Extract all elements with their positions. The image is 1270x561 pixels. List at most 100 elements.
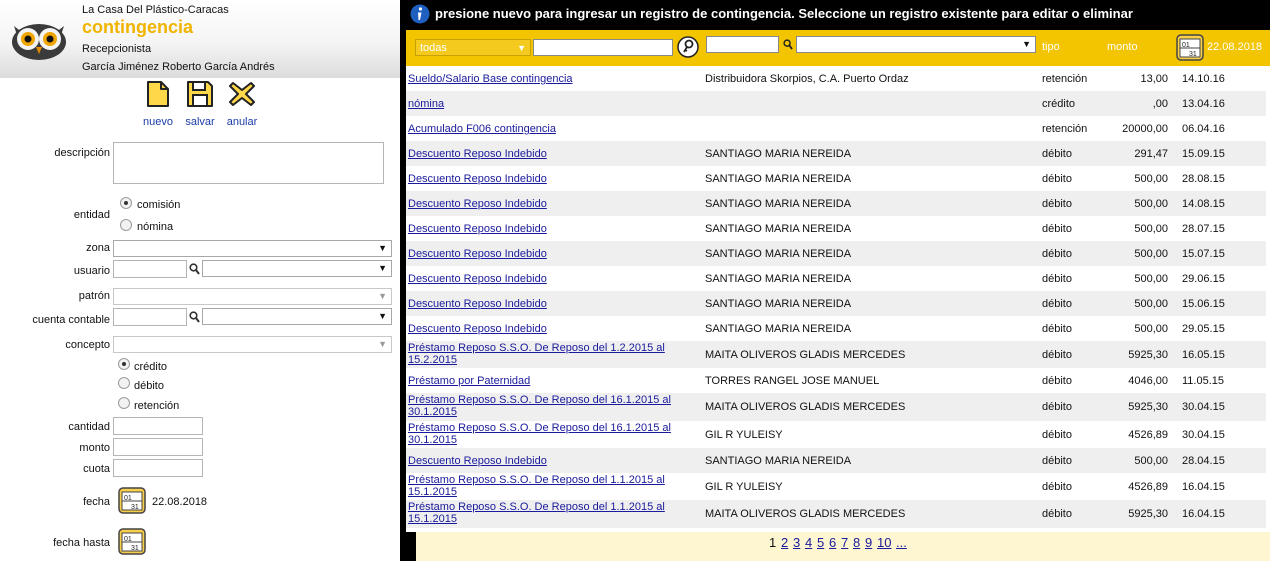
record-description-link[interactable]: Descuento Reposo Indebido — [408, 248, 698, 260]
save-button[interactable]: salvar — [180, 80, 220, 128]
record-description-link[interactable]: Préstamo Reposo S.S.O. De Reposo del 1.1… — [408, 501, 698, 525]
record-description-link[interactable]: Préstamo por Paternidad — [408, 375, 698, 387]
record-description-link[interactable]: Préstamo Reposo S.S.O. De Reposo del 16.… — [408, 394, 698, 418]
record-type: débito — [1042, 508, 1072, 520]
record-description-link[interactable]: Préstamo Reposo S.S.O. De Reposo del 1.2… — [408, 342, 698, 366]
table-row[interactable]: Préstamo Reposo S.S.O. De Reposo del 1.2… — [406, 341, 1266, 368]
cancel-button[interactable]: anular — [222, 80, 262, 128]
table-row[interactable]: Descuento Reposo Indebido SANTIAGO MARIA … — [406, 191, 1266, 216]
record-description-link[interactable]: nómina — [408, 98, 698, 110]
usuario-code-input[interactable] — [113, 260, 187, 278]
monto-input[interactable] — [113, 438, 203, 456]
record-description-link[interactable]: Descuento Reposo Indebido — [408, 148, 698, 160]
table-row[interactable]: Acumulado F006 contingencia retención 2000… — [406, 116, 1266, 141]
table-row[interactable]: Descuento Reposo Indebido SANTIAGO MARIA … — [406, 448, 1266, 473]
concepto-select[interactable]: ▼ — [113, 336, 392, 353]
record-description-link[interactable]: Descuento Reposo Indebido — [408, 323, 698, 335]
table-row[interactable]: Préstamo Reposo S.S.O. De Reposo del 1.1… — [406, 500, 1266, 528]
entity-filter-select[interactable]: ▼ — [796, 36, 1036, 53]
pagination: 1 2 3 4 5 6 7 8 9 10... — [416, 532, 1270, 561]
search-icon[interactable] — [783, 39, 793, 50]
record-description-link[interactable]: Descuento Reposo Indebido — [408, 298, 698, 310]
zona-select[interactable]: ▼ — [113, 240, 392, 257]
company-name: La Casa Del Plástico-Caracas — [82, 4, 229, 16]
page-link[interactable]: 4 — [805, 535, 812, 550]
calendar-icon[interactable]: 01 31 — [118, 527, 146, 555]
record-entity: MAITA OLIVEROS GLADIS MERCEDES — [705, 508, 906, 520]
entidad-comision-radio[interactable] — [120, 197, 132, 209]
table-row[interactable]: Descuento Reposo Indebido SANTIAGO MARIA … — [406, 166, 1266, 191]
search-icon[interactable] — [189, 311, 200, 323]
record-amount: 5925,30 — [1128, 401, 1168, 413]
table-row[interactable]: Descuento Reposo Indebido SANTIAGO MARIA … — [406, 241, 1266, 266]
table-row[interactable]: Préstamo Reposo S.S.O. De Reposo del 1.1… — [406, 473, 1266, 500]
record-type: débito — [1042, 223, 1072, 235]
record-description-link[interactable]: Préstamo Reposo S.S.O. De Reposo del 1.1… — [408, 474, 698, 498]
usuario-select[interactable]: ▼ — [202, 260, 392, 277]
fecha-hasta-label: fecha hasta — [53, 537, 110, 549]
calendar-icon[interactable]: 01 31 — [118, 486, 146, 514]
page-link[interactable]: 3 — [793, 535, 800, 550]
record-description-link[interactable]: Préstamo Reposo S.S.O. De Reposo del 16.… — [408, 422, 698, 446]
search-icon[interactable] — [189, 263, 200, 275]
tipo-debito-radio[interactable] — [118, 377, 130, 389]
calendar-icon[interactable]: 01 31 — [1176, 33, 1204, 61]
table-row[interactable]: Descuento Reposo Indebido SANTIAGO MARIA … — [406, 291, 1266, 316]
description-filter-input[interactable] — [533, 39, 673, 56]
record-description-link[interactable]: Descuento Reposo Indebido — [408, 198, 698, 210]
page-link[interactable]: 2 — [781, 535, 788, 550]
record-description-link[interactable]: Descuento Reposo Indebido — [408, 223, 698, 235]
record-type: débito — [1042, 349, 1072, 361]
table-row[interactable]: Préstamo Reposo S.S.O. De Reposo del 16.… — [406, 393, 1266, 421]
record-description-link[interactable]: Descuento Reposo Indebido — [408, 273, 698, 285]
page-link[interactable]: 5 — [817, 535, 824, 550]
scope-select[interactable]: todas ▼ — [415, 39, 531, 56]
record-entity: SANTIAGO MARIA NEREIDA — [705, 273, 852, 285]
table-row[interactable]: Descuento Reposo Indebido SANTIAGO MARIA … — [406, 266, 1266, 291]
record-description-link[interactable]: Descuento Reposo Indebido — [408, 173, 698, 185]
table-row[interactable]: Préstamo Reposo S.S.O. De Reposo del 16.… — [406, 421, 1266, 448]
page-link[interactable]: 7 — [841, 535, 848, 550]
descripcion-label: descripción — [54, 147, 110, 159]
cantidad-input[interactable] — [113, 417, 203, 435]
record-date: 15.06.15 — [1182, 298, 1225, 310]
new-button[interactable]: nuevo — [138, 80, 178, 128]
descripcion-input[interactable] — [113, 142, 384, 184]
record-type: débito — [1042, 248, 1072, 260]
record-amount: 500,00 — [1134, 198, 1168, 210]
cuenta-code-input[interactable] — [113, 308, 187, 326]
cuota-input[interactable] — [113, 459, 203, 477]
tipo-retencion-radio[interactable] — [118, 397, 130, 409]
record-description-link[interactable]: Acumulado F006 contingencia — [408, 123, 698, 135]
patron-select[interactable]: ▼ — [113, 288, 392, 305]
table-row[interactable]: Descuento Reposo Indebido SANTIAGO MARIA … — [406, 141, 1266, 166]
tipo-credito-radio[interactable] — [118, 358, 130, 370]
record-description-link[interactable]: Descuento Reposo Indebido — [408, 455, 698, 467]
table-row[interactable]: Descuento Reposo Indebido SANTIAGO MARIA … — [406, 216, 1266, 241]
cuenta-select[interactable]: ▼ — [202, 308, 392, 325]
entity-code-filter-input[interactable] — [706, 36, 779, 53]
table-row[interactable]: nómina crédito ,00 13.04.16 — [406, 91, 1266, 116]
info-message: presione nuevo para ingresar un registro… — [435, 6, 1133, 21]
table-row[interactable]: Sueldo/Salario Base contingencia Distribu… — [406, 66, 1266, 91]
monto-column-header: monto — [1107, 41, 1138, 53]
page-link[interactable]: 6 — [829, 535, 836, 550]
record-description-link[interactable]: Sueldo/Salario Base contingencia — [408, 73, 698, 85]
record-entity: GIL R YULEISY — [705, 481, 783, 493]
record-amount: 291,47 — [1134, 148, 1168, 160]
record-entity: MAITA OLIVEROS GLADIS MERCEDES — [705, 401, 906, 413]
page-link[interactable]: 9 — [865, 535, 872, 550]
page-more-link[interactable]: ... — [896, 535, 907, 550]
page-link[interactable]: 8 — [853, 535, 860, 550]
record-date: 15.07.15 — [1182, 248, 1225, 260]
table-row[interactable]: Descuento Reposo Indebido SANTIAGO MARIA … — [406, 316, 1266, 341]
record-entity: SANTIAGO MARIA NEREIDA — [705, 198, 852, 210]
key-search-icon[interactable] — [677, 36, 699, 58]
record-date: 14.10.16 — [1182, 73, 1225, 85]
record-entity: SANTIAGO MARIA NEREIDA — [705, 323, 852, 335]
page-link[interactable]: 10 — [877, 535, 891, 550]
entidad-nomina-radio[interactable] — [120, 219, 132, 231]
record-amount: 4526,89 — [1128, 481, 1168, 493]
owl-logo — [12, 24, 66, 60]
table-row[interactable]: Préstamo por Paternidad TORRES RANGEL JOS… — [406, 368, 1266, 393]
